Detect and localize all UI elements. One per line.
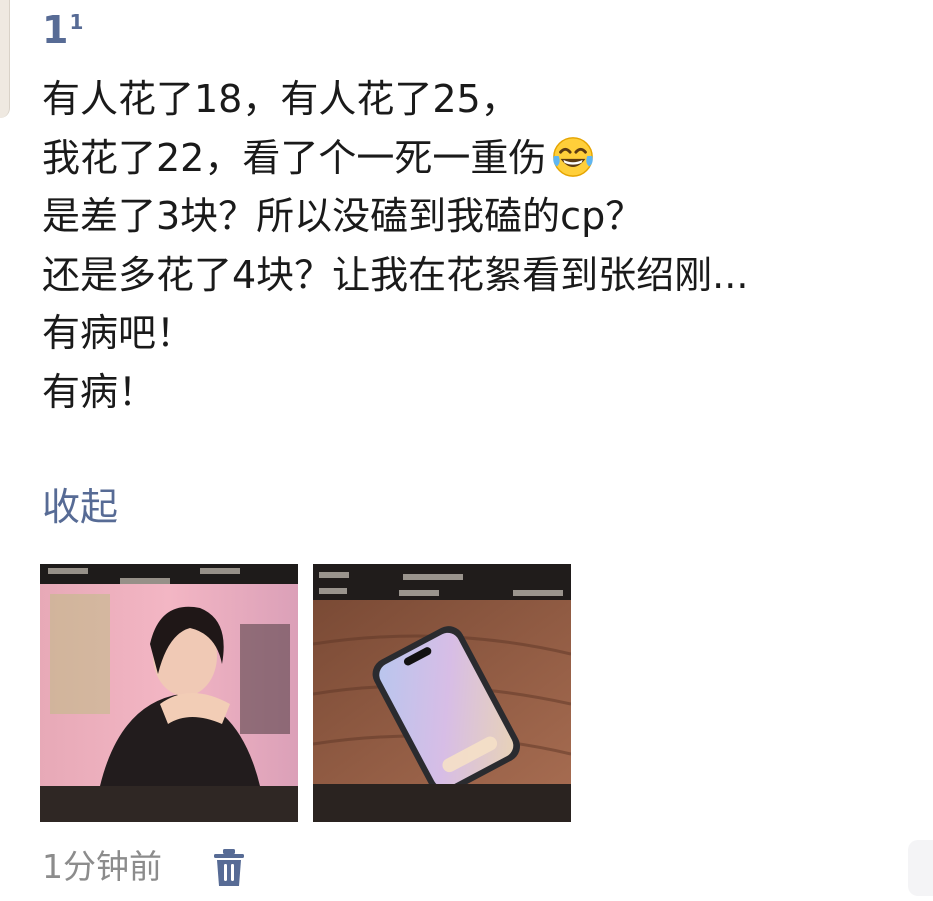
collapse-link[interactable]: 收起 [42,478,118,536]
post-line: 有人花了18，有人花了25， [42,77,519,121]
username-superscript: 1 [69,10,84,34]
post-content: 有人花了18，有人花了25， 我花了22，看了个一死一重伤 是差了3块？所以没磕… [42,70,932,421]
tears-of-joy-emoji-icon [553,136,594,177]
trash-icon[interactable] [212,848,246,888]
username[interactable]: 11 [42,0,83,52]
photo-woman-crying-icon [40,564,298,822]
more-options-button[interactable] [908,840,933,896]
post-photo-1[interactable] [40,564,298,822]
timestamp: 1分钟前 [42,847,162,886]
post-line: 还是多花了4块？让我在花絮看到张绍刚... [42,252,749,297]
photo-phone-on-table-icon [313,564,571,822]
post-photo-2[interactable] [313,564,571,822]
username-text: 1 [42,8,69,52]
post-line: 是差了3块？所以没磕到我磕的cp？ [42,194,644,238]
avatar-edge[interactable] [0,0,10,118]
post-line: 有病！ [42,369,157,414]
post-line: 有病吧！ [42,311,195,355]
post-line-text: 我花了22，看了个一死一重伤 [42,135,547,180]
post-line-with-emoji: 我花了22，看了个一死一重伤 [42,129,932,188]
